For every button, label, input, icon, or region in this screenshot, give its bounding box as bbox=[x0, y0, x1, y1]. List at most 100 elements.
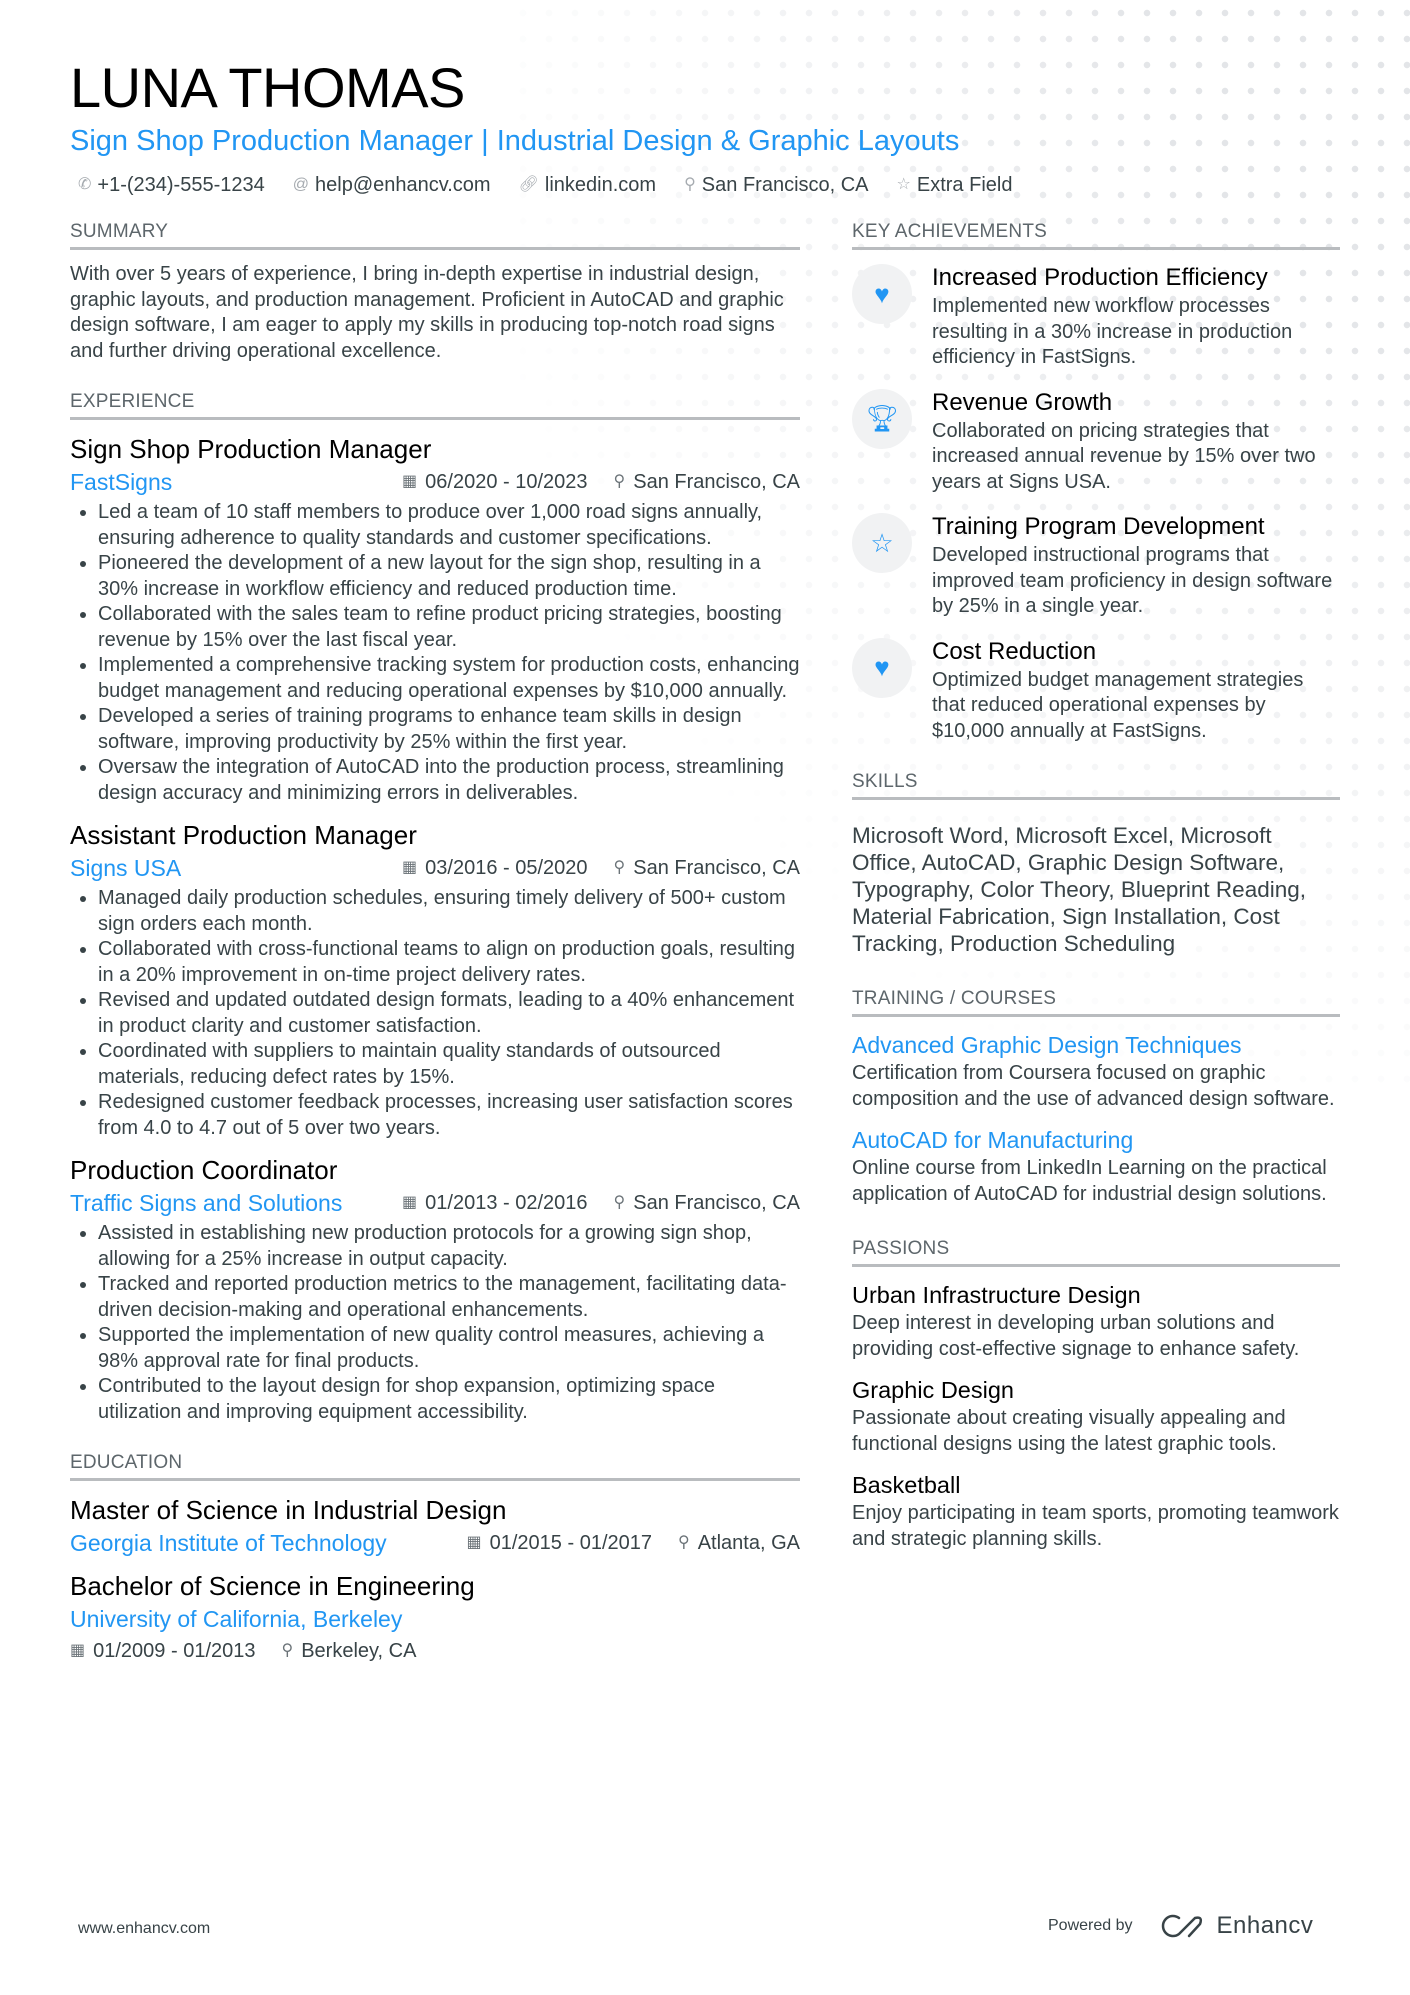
job-bullet: Assisted in establishing new production … bbox=[98, 1221, 800, 1272]
job-entry: Assistant Production Manager Signs USA ▦ 03… bbox=[70, 818, 800, 1141]
section-heading: EXPERIENCE bbox=[70, 390, 800, 420]
contact-text: linkedin.com bbox=[544, 174, 657, 196]
job-dates: ▦ 06/2020 - 10/2023 bbox=[402, 466, 588, 498]
location-pin-icon: ⚲ bbox=[613, 859, 626, 876]
passion-item: Graphic Design Passionate about creating… bbox=[852, 1374, 1340, 1457]
footer-branding: Powered by Enhancv bbox=[1048, 1912, 1313, 1940]
job-location: ⚲ San Francisco, CA bbox=[614, 1187, 800, 1219]
contact-text: Extra Field bbox=[916, 174, 1013, 196]
dates-text: 06/2020 - 10/2023 bbox=[425, 471, 588, 493]
job-bullet: Implemented a comprehensive tracking sys… bbox=[98, 653, 800, 704]
job-bullet: Managed daily production schedules, ensu… bbox=[98, 886, 800, 937]
resume-page: LUNA THOMAS Sign Shop Production Manager… bbox=[70, 56, 1340, 1693]
education-meta: ▦ 01/2009 - 01/2013 ⚲ Berkeley, CA bbox=[70, 1635, 800, 1667]
job-bullets: Led a team of 10 staff members to produc… bbox=[70, 500, 800, 806]
achievements-section: KEY ACHIEVEMENTS ♥ Increased Production E… bbox=[852, 220, 1340, 744]
section-heading: PASSIONS bbox=[852, 1237, 1340, 1267]
job-bullet: Collaborated with the sales team to refi… bbox=[98, 602, 800, 653]
passion-item: Urban Infrastructure Design Deep interes… bbox=[852, 1279, 1340, 1362]
location-text: Atlanta, GA bbox=[697, 1532, 800, 1554]
education-item: Bachelor of Science in Engineering Unive… bbox=[70, 1569, 800, 1667]
passion-description: Deep interest in developing urban soluti… bbox=[852, 1312, 1300, 1360]
achievement-list: ♥ Increased Production Efficiency Implemen… bbox=[852, 262, 1340, 744]
left-column: SUMMARY With over 5 years of experience,… bbox=[70, 220, 800, 1693]
education-item: Master of Science in Industrial Design G… bbox=[70, 1493, 800, 1559]
education-location: ⚲ Berkeley, CA bbox=[282, 1635, 417, 1667]
job-meta-right: ▦ 06/2020 - 10/2023 ⚲ San Francisco, CA bbox=[402, 466, 800, 498]
job-dates: ▦ 01/2013 - 02/2016 bbox=[402, 1187, 588, 1219]
location-text: Berkeley, CA bbox=[301, 1640, 417, 1662]
education-dates: ▦ 01/2009 - 01/2013 bbox=[70, 1635, 256, 1667]
achievement-item: 🏆︎ Revenue Growth Collaborated on pricing … bbox=[852, 387, 1340, 496]
summary-text: With over 5 years of experience, I bring… bbox=[70, 263, 784, 362]
enhancv-logo-icon bbox=[1161, 1914, 1202, 1938]
contact-phone[interactable]: ✆ +1-(234)-555-1234 bbox=[78, 172, 265, 198]
passion-description: Enjoy participating in team sports, prom… bbox=[852, 1502, 1339, 1550]
star-outline-icon: ☆ bbox=[852, 513, 912, 573]
heart-icon-glyph: ♥ bbox=[874, 278, 890, 309]
job-location: ⚲ San Francisco, CA bbox=[614, 466, 800, 498]
skills-section: SKILLS Microsoft Word, Microsoft Excel, … bbox=[852, 770, 1340, 957]
section-heading: KEY ACHIEVEMENTS bbox=[852, 220, 1340, 250]
school-name: Georgia Institute of Technology bbox=[70, 1530, 387, 1556]
job-title: Production Coordinator bbox=[70, 1155, 338, 1185]
location-pin-icon: ⚲ bbox=[684, 176, 696, 193]
passion-item: Basketball Enjoy participating in team s… bbox=[852, 1469, 1340, 1552]
location-pin-icon: ⚲ bbox=[613, 473, 626, 490]
location-text: San Francisco, CA bbox=[633, 1192, 800, 1214]
dates-text: 01/2015 - 01/2017 bbox=[489, 1532, 652, 1554]
location-text: San Francisco, CA bbox=[633, 857, 800, 879]
achievement-title: Training Program Development bbox=[932, 513, 1265, 540]
contact-bar: ✆ +1-(234)-555-1234 @ help@enhancv.com 🔗… bbox=[70, 172, 1340, 198]
section-heading: EDUCATION bbox=[70, 1451, 800, 1481]
company-name: Traffic Signs and Solutions bbox=[70, 1190, 343, 1216]
education-dates: ▦ 01/2015 - 01/2017 bbox=[467, 1527, 653, 1559]
company-name: FastSigns bbox=[70, 469, 173, 495]
contact-extra-field: ☆ Extra Field bbox=[897, 172, 1013, 198]
job-bullet: Developed a series of training programs … bbox=[98, 704, 800, 755]
job-bullet: Coordinated with suppliers to maintain q… bbox=[98, 1039, 800, 1090]
job-bullet: Supported the implementation of new qual… bbox=[98, 1323, 800, 1374]
contact-text: San Francisco, CA bbox=[701, 174, 869, 196]
link-icon: 🔗︎ bbox=[518, 176, 539, 193]
job-title: Sign Shop Production Manager bbox=[70, 434, 432, 464]
job-bullet: Contributed to the layout design for sho… bbox=[98, 1374, 800, 1425]
job-location: ⚲ San Francisco, CA bbox=[614, 852, 800, 884]
two-column-layout: SUMMARY With over 5 years of experience,… bbox=[70, 220, 1340, 1693]
education-location: ⚲ Atlanta, GA bbox=[678, 1527, 800, 1559]
passions-section: PASSIONS Urban Infrastructure Design Dee… bbox=[852, 1237, 1340, 1552]
job-bullets: Managed daily production schedules, ensu… bbox=[70, 886, 800, 1141]
heart-icon-glyph: ♥ bbox=[874, 652, 890, 682]
achievement-body: Training Program Development Developed in… bbox=[932, 511, 1340, 620]
job-bullet: Oversaw the integration of AutoCAD into … bbox=[98, 755, 800, 806]
job-bullets: Assisted in establishing new production … bbox=[70, 1221, 800, 1425]
location-text: San Francisco, CA bbox=[633, 471, 800, 493]
job-meta: Signs USA ▦ 03/2016 - 05/2020 ⚲ San Francisc… bbox=[70, 852, 800, 884]
dates-text: 01/2013 - 02/2016 bbox=[425, 1192, 588, 1214]
passion-title: Graphic Design bbox=[852, 1377, 1014, 1403]
contact-email[interactable]: @ help@enhancv.com bbox=[293, 172, 491, 198]
achievement-body: Cost Reduction Optimized budget managemen… bbox=[932, 636, 1340, 745]
job-bullet: Led a team of 10 staff members to produc… bbox=[98, 500, 800, 551]
job-meta: FastSigns ▦ 06/2020 - 10/2023 ⚲ San Francisc… bbox=[70, 466, 800, 498]
achievement-description: Implemented new workflow processes resul… bbox=[932, 295, 1293, 368]
job-dates: ▦ 03/2016 - 05/2020 bbox=[402, 852, 588, 884]
star-icon: ☆ bbox=[896, 176, 911, 193]
course-title: AutoCAD for Manufacturing bbox=[852, 1127, 1134, 1153]
degree: Master of Science in Industrial Design bbox=[70, 1495, 507, 1525]
dates-text: 03/2016 - 05/2020 bbox=[425, 857, 588, 879]
job-title: Assistant Production Manager bbox=[70, 820, 417, 850]
heart-icon: ♥ bbox=[852, 264, 912, 324]
location-pin-icon: ⚲ bbox=[678, 1534, 690, 1551]
school-name: University of California, Berkeley bbox=[70, 1606, 403, 1632]
location-pin-icon: ⚲ bbox=[281, 1642, 294, 1659]
job-bullet: Revised and updated outdated design form… bbox=[98, 988, 800, 1039]
calendar-icon: ▦ bbox=[402, 473, 418, 490]
footer-website-link[interactable]: www.enhancv.com bbox=[78, 1920, 210, 1938]
training-section: TRAINING / COURSES Advanced Graphic Desi… bbox=[852, 987, 1340, 1207]
passion-description: Passionate about creating visually appea… bbox=[852, 1407, 1286, 1455]
enhancv-logo[interactable]: Enhancv bbox=[1159, 1912, 1314, 1940]
contact-linkedin[interactable]: 🔗︎ linkedin.com bbox=[519, 172, 656, 198]
achievement-description: Optimized budget management strategies t… bbox=[932, 668, 1304, 742]
education-meta-right: ▦ 01/2015 - 01/2017 ⚲ Atlanta, GA bbox=[467, 1527, 801, 1559]
